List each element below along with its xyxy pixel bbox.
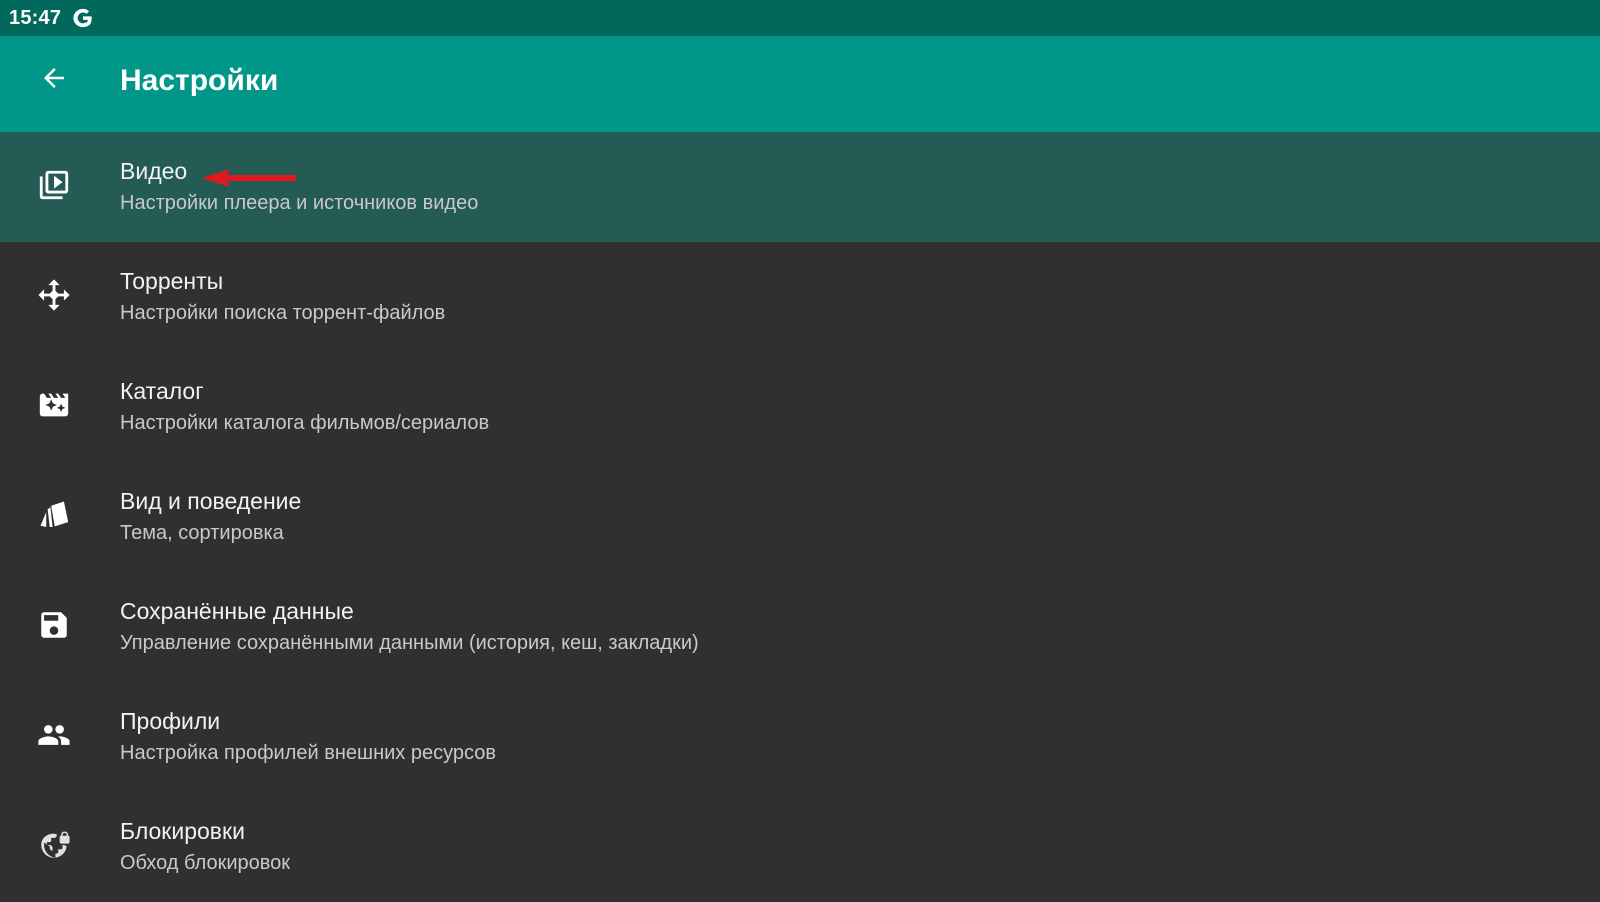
settings-item-video[interactable]: Видео Настройки плеера и источников виде… <box>0 132 1600 242</box>
settings-item-title: Торренты <box>120 268 224 294</box>
settings-item-title: Каталог <box>120 378 204 404</box>
settings-item-appearance[interactable]: Вид и поведение Тема, сортировка <box>0 462 1600 572</box>
red-arrow-icon <box>200 166 300 190</box>
settings-item-profiles[interactable]: Профили Настройка профилей внешних ресур… <box>0 682 1600 792</box>
settings-item-torrents[interactable]: Торренты Настройки поиска торрент-файлов <box>0 242 1600 352</box>
status-time: 15:47 <box>9 6 62 29</box>
settings-item-title: Блокировки <box>120 818 245 844</box>
settings-item-subtitle: Настройки поиска торрент-файлов <box>120 302 446 324</box>
settings-item-subtitle: Обход блокировок <box>120 852 291 874</box>
google-g-icon <box>71 6 95 30</box>
swatch-icon <box>36 497 72 533</box>
settings-list: Видео Настройки плеера и источников виде… <box>0 132 1600 902</box>
torrent-icon <box>36 277 72 313</box>
status-bar: 15:47 <box>0 0 1600 36</box>
settings-item-title: Профили <box>120 708 221 734</box>
video-library-icon <box>36 167 72 203</box>
settings-item-saved-data[interactable]: Сохранённые данные Управление сохранённы… <box>0 572 1600 682</box>
settings-item-subtitle: Настройка профилей внешних ресурсов <box>120 742 496 764</box>
settings-item-subtitle: Управление сохранёнными данными (история… <box>120 632 699 654</box>
page-title: Настройки <box>120 64 279 97</box>
settings-item-title: Вид и поведение <box>120 488 302 514</box>
app-bar: Настройки <box>0 36 1600 132</box>
settings-item-subtitle: Настройки каталога фильмов/сериалов <box>120 412 490 434</box>
settings-item-title: Сохранённые данные <box>120 598 354 624</box>
settings-item-blocks[interactable]: Блокировки Обход блокировок <box>0 792 1600 902</box>
settings-item-subtitle: Тема, сортировка <box>120 522 284 544</box>
movie-filter-icon <box>36 387 72 423</box>
settings-item-title: Видео <box>120 158 188 184</box>
back-button[interactable] <box>30 56 78 104</box>
globe-lock-icon <box>36 827 72 863</box>
save-icon <box>36 607 72 643</box>
settings-item-subtitle: Настройки плеера и источников видео <box>120 192 479 214</box>
arrow-back-icon <box>39 63 69 98</box>
settings-item-catalog[interactable]: Каталог Настройки каталога фильмов/сериа… <box>0 352 1600 462</box>
people-icon <box>36 717 72 753</box>
